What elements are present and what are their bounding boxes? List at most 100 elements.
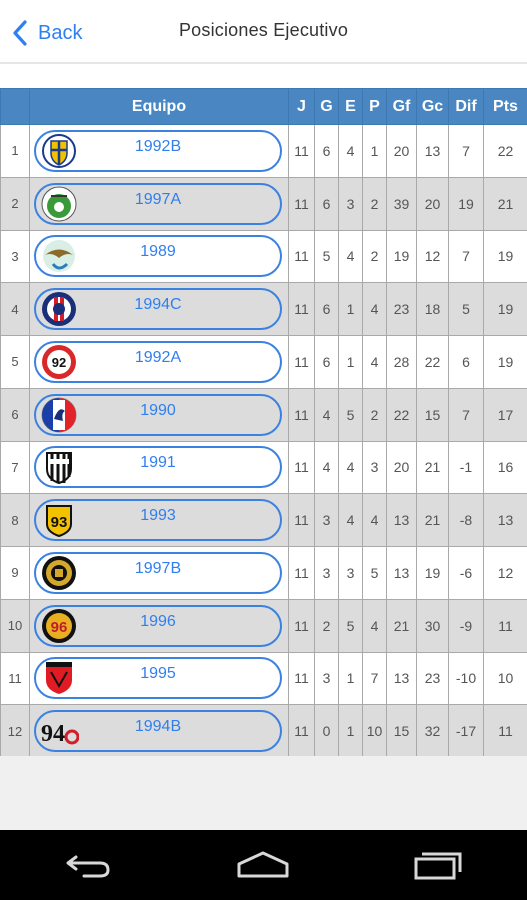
team-button[interactable]: 1995 — [34, 657, 282, 700]
played-header: J — [288, 88, 315, 125]
goals-against-cell: 18 — [416, 282, 449, 336]
won-cell: 0 — [314, 704, 339, 758]
played-cell: 11 — [288, 282, 315, 336]
goals-for-cell: 13 — [386, 546, 417, 600]
table-row[interactable]: 12 94 1994B 11 0 1 10 15 32 -17 11 — [0, 704, 527, 758]
lost-header: P — [362, 88, 387, 125]
won-cell: 3 — [314, 493, 339, 547]
position-cell: 1 — [0, 124, 30, 178]
goal-diff-cell: 7 — [448, 124, 484, 178]
points-cell: 17 — [483, 387, 527, 442]
team-cell: 1994C — [29, 282, 289, 336]
table-row[interactable]: 2 1997A 11 6 3 2 39 20 19 21 — [0, 176, 527, 231]
points-cell: 16 — [483, 440, 527, 495]
nav-home-button[interactable] — [233, 845, 293, 885]
lost-cell: 4 — [362, 335, 387, 389]
goal-diff-header: Dif — [448, 88, 484, 125]
table-row[interactable]: 4 1994C 11 6 1 4 23 18 5 19 — [0, 282, 527, 336]
drawn-cell: 5 — [338, 598, 363, 653]
goals-for-cell: 19 — [386, 229, 417, 284]
table-row[interactable]: 3 1989 11 5 4 2 19 12 7 19 — [0, 229, 527, 284]
lost-cell: 4 — [362, 282, 387, 336]
team-name: 1989 — [140, 243, 176, 261]
table-row[interactable]: 10 96 1996 11 2 5 4 21 30 -9 11 — [0, 598, 527, 653]
red-92-logo: 92 — [39, 344, 79, 380]
table-row[interactable]: 9 1997B 11 3 3 5 13 19 -6 12 — [0, 546, 527, 600]
page-title: Posiciones Ejecutivo — [178, 20, 349, 40]
team-name: 1996 — [140, 612, 176, 630]
team-button[interactable]: 1990 — [34, 393, 282, 436]
team-name: 1992B — [134, 137, 182, 155]
drawn-cell: 1 — [338, 704, 363, 758]
team-cell: 1991 — [29, 440, 289, 495]
team-header: Equipo — [29, 88, 289, 125]
team-name: 1992A — [134, 348, 182, 366]
lost-cell: 4 — [362, 598, 387, 653]
points-cell: 11 — [483, 598, 527, 653]
table-row[interactable]: 11 1995 11 3 1 7 13 23 -10 10 — [0, 651, 527, 706]
goals-against-cell: 15 — [416, 387, 449, 442]
goals-against-cell: 32 — [416, 704, 449, 758]
table-row[interactable]: 8 93 1993 11 3 4 4 13 21 -8 13 — [0, 493, 527, 547]
eagle-logo — [39, 238, 79, 274]
drawn-cell: 3 — [338, 176, 363, 231]
table-row[interactable]: 7 1991 11 4 4 3 20 21 -1 16 — [0, 440, 527, 495]
played-cell: 11 — [288, 493, 315, 547]
played-cell: 11 — [288, 546, 315, 600]
black-gold-crest-logo — [39, 555, 79, 591]
drawn-cell: 3 — [338, 546, 363, 600]
played-cell: 11 — [288, 651, 315, 706]
nav-recents-button[interactable] — [409, 845, 469, 885]
team-cell: 1989 — [29, 229, 289, 284]
drawn-cell: 1 — [338, 335, 363, 389]
team-button[interactable]: 1991 — [34, 446, 282, 489]
points-cell: 21 — [483, 176, 527, 231]
goal-diff-cell: 7 — [448, 387, 484, 442]
team-button[interactable]: 96 1996 — [34, 604, 282, 647]
played-cell: 11 — [288, 440, 315, 495]
standings-table: Equipo J G E P Gf Gc Dif Pts 1 1992B 11 6 4 1 20 13 7 22 2… — [0, 88, 527, 758]
nav-back-button[interactable] — [58, 845, 118, 885]
lost-cell: 1 — [362, 124, 387, 178]
lost-cell: 5 — [362, 546, 387, 600]
table-row[interactable]: 5 92 1992A 11 6 1 4 28 22 6 19 — [0, 335, 527, 389]
svg-text:93: 93 — [51, 514, 68, 531]
team-name: 1994C — [134, 296, 182, 314]
team-button[interactable]: 1994C — [34, 288, 282, 331]
goals-for-cell: 28 — [386, 335, 417, 389]
team-button[interactable]: 1992B — [34, 129, 282, 172]
team-button[interactable]: 93 1993 — [34, 499, 282, 542]
won-cell: 3 — [314, 546, 339, 600]
drawn-cell: 4 — [338, 493, 363, 547]
team-button[interactable]: 1989 — [34, 235, 282, 278]
won-cell: 6 — [314, 282, 339, 336]
team-name: 1997B — [134, 559, 182, 577]
won-cell: 6 — [314, 176, 339, 231]
goals-against-cell: 20 — [416, 176, 449, 231]
goals-for-cell: 13 — [386, 493, 417, 547]
team-button[interactable]: 1997B — [34, 551, 282, 594]
team-name: 1997A — [134, 190, 182, 208]
played-cell: 11 — [288, 598, 315, 653]
goals-against-cell: 22 — [416, 335, 449, 389]
table-row[interactable]: 1 1992B 11 6 4 1 20 13 7 22 — [0, 124, 527, 178]
position-cell: 8 — [0, 493, 30, 547]
team-button[interactable]: 1997A — [34, 182, 282, 225]
goals-against-header: Gc — [416, 88, 449, 125]
team-button[interactable]: 94 1994B — [34, 710, 282, 753]
team-cell: 1995 — [29, 651, 289, 706]
goals-for-cell: 22 — [386, 387, 417, 442]
svg-text:96: 96 — [51, 619, 68, 636]
drawn-cell: 5 — [338, 387, 363, 442]
goals-for-cell: 39 — [386, 176, 417, 231]
points-cell: 10 — [483, 651, 527, 706]
drawn-cell: 4 — [338, 124, 363, 178]
team-name: 1991 — [140, 454, 176, 472]
team-button[interactable]: 92 1992A — [34, 340, 282, 383]
played-cell: 11 — [288, 229, 315, 284]
goals-against-cell: 21 — [416, 440, 449, 495]
points-cell: 19 — [483, 282, 527, 336]
team-cell: 94 1994B — [29, 704, 289, 758]
points-cell: 13 — [483, 493, 527, 547]
table-row[interactable]: 6 1990 11 4 5 2 22 15 7 17 — [0, 387, 527, 442]
